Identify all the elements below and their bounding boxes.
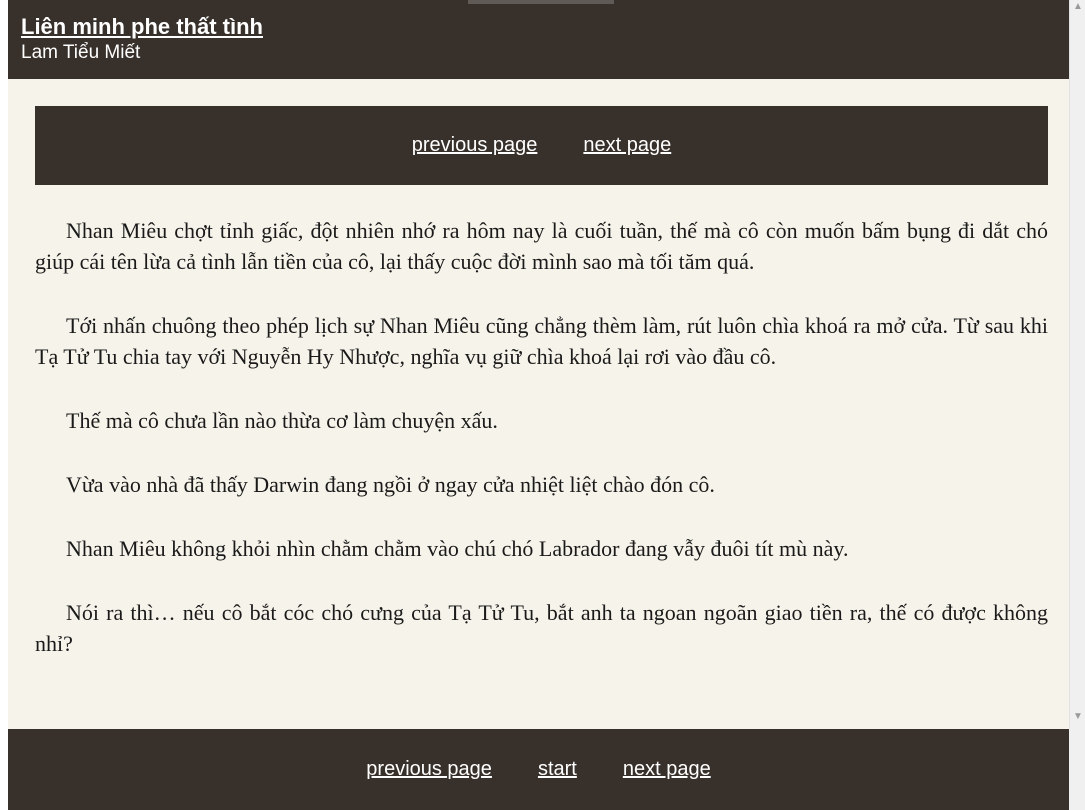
book-author: Lam Tiểu Miết: [21, 42, 141, 63]
start-link[interactable]: start: [538, 758, 577, 781]
previous-page-link-bottom[interactable]: previous page: [366, 758, 492, 781]
paragraph-5: Nhan Miêu không khỏi nhìn chằm chằm vào …: [66, 536, 849, 561]
top-page-nav: previous page next page: [35, 106, 1048, 185]
book-header: Liên minh phe thất tình Lam Tiểu Miết: [8, 0, 1069, 79]
paragraph-6: Nói ra thì… nếu cô bắt cóc chó cưng của …: [35, 600, 1048, 656]
vertical-scrollbar[interactable]: ▲ ▼: [1069, 0, 1085, 729]
book-title-link[interactable]: Liên minh phe thất tình: [21, 14, 263, 40]
scroll-down-arrow-icon[interactable]: ▼: [1072, 712, 1084, 722]
scroll-up-arrow-icon[interactable]: ▲: [1072, 2, 1084, 12]
paragraph-1: Nhan Miêu chợt tỉnh giấc, đột nhiên nhớ …: [35, 218, 1048, 274]
next-page-link-bottom[interactable]: next page: [623, 758, 711, 781]
next-page-link-top[interactable]: next page: [583, 134, 671, 157]
scrollbar-corner: [1069, 729, 1085, 810]
paragraph-3: Thế mà cô chưa lần nào thừa cơ làm chuyệ…: [66, 408, 498, 433]
bottom-page-nav: previous page start next page: [8, 729, 1069, 810]
previous-page-link-top[interactable]: previous page: [412, 134, 538, 157]
chapter-content[interactable]: Nhan Miêu chợt tỉnh giấc, đột nhiên nhớ …: [35, 215, 1048, 720]
paragraph-4: Vừa vào nhà đã thấy Darwin đang ngồi ở n…: [66, 472, 715, 497]
window-top-tab: [468, 0, 614, 4]
reader-frame: Liên minh phe thất tình Lam Tiểu Miết pr…: [8, 0, 1069, 810]
paragraph-2: Tới nhấn chuông theo phép lịch sự Nhan M…: [35, 313, 1048, 369]
